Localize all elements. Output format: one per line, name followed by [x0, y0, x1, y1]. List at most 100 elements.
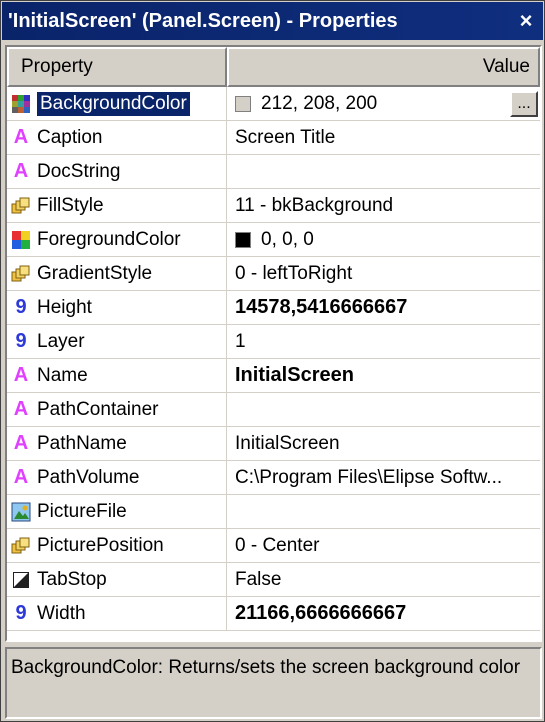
property-name: BackgroundColor	[36, 90, 191, 117]
property-name-cell[interactable]: PictureFile	[7, 495, 227, 528]
property-value-cell[interactable]	[227, 155, 540, 188]
window-title: 'InitialScreen' (Panel.Screen) - Propert…	[8, 9, 398, 32]
property-row-foregroundcolor[interactable]: ForegroundColor 0, 0, 0	[7, 223, 540, 257]
property-value: 0 - Center	[235, 534, 320, 556]
property-name-cell[interactable]: A DocString	[7, 155, 227, 188]
property-row-pathcontainer[interactable]: A PathContainer	[7, 393, 540, 427]
color-grid-icon	[11, 94, 31, 114]
property-grid: Property Value BackgroundColor 212, 208, …	[5, 45, 542, 642]
property-name-cell[interactable]: A Name	[7, 359, 227, 392]
property-name: Height	[37, 296, 92, 318]
property-name-cell[interactable]: ForegroundColor	[7, 223, 227, 256]
string-a-icon: A	[13, 364, 29, 386]
property-row-pictureposition[interactable]: PicturePosition 0 - Center	[7, 529, 540, 563]
property-name: Layer	[37, 330, 85, 352]
property-name-cell[interactable]: 9 Layer	[7, 325, 227, 358]
property-name-cell[interactable]: GradientStyle	[7, 257, 227, 290]
property-value-cell[interactable]: 11 - bkBackground	[227, 189, 540, 222]
property-name: PicturePosition	[37, 534, 164, 556]
color-swatch	[235, 231, 251, 248]
picture-icon	[11, 502, 31, 522]
property-value-cell[interactable]: C:\Program Files\Elipse Softw...	[227, 461, 540, 494]
property-value: 212, 208, 200	[261, 92, 378, 114]
property-row-width[interactable]: 9 Width 21166,6666666667	[7, 597, 540, 631]
property-row-backgroundcolor[interactable]: BackgroundColor 212, 208, 200...	[7, 87, 540, 121]
value-column-header[interactable]: Value	[227, 47, 540, 87]
property-name-cell[interactable]: A PathName	[7, 427, 227, 460]
property-row-picturefile[interactable]: PictureFile	[7, 495, 540, 529]
property-value-cell[interactable]: InitialScreen	[227, 427, 540, 460]
string-a-icon: A	[13, 160, 29, 182]
property-row-height[interactable]: 9 Height 14578,5416666667	[7, 291, 540, 325]
property-value: C:\Program Files\Elipse Softw...	[235, 466, 503, 488]
property-name: PictureFile	[37, 500, 127, 522]
property-name: PathName	[37, 432, 127, 454]
string-a-icon: A	[13, 398, 29, 420]
property-value: False	[235, 568, 282, 590]
property-value-cell[interactable]: 21166,6666666667	[227, 597, 540, 630]
property-row-fillstyle[interactable]: FillStyle 11 - bkBackground	[7, 189, 540, 223]
string-a-icon: A	[13, 126, 29, 148]
enum-icon	[11, 536, 31, 556]
description-panel: BackgroundColor: Returns/sets the screen…	[5, 647, 542, 719]
property-name-cell[interactable]: A PathContainer	[7, 393, 227, 426]
property-name-cell[interactable]: TabStop	[7, 563, 227, 596]
property-name: PathContainer	[37, 398, 159, 420]
property-value-cell[interactable]	[227, 393, 540, 426]
string-a-icon: A	[13, 432, 29, 454]
property-name: GradientStyle	[37, 262, 153, 284]
property-name-cell[interactable]: PicturePosition	[7, 529, 227, 562]
property-row-pathname[interactable]: A PathName InitialScreen	[7, 427, 540, 461]
property-name-cell[interactable]: A PathVolume	[7, 461, 227, 494]
property-name: Caption	[37, 126, 103, 148]
property-value: 14578,5416666667	[235, 296, 408, 318]
property-value-cell[interactable]: 1	[227, 325, 540, 358]
property-name: FillStyle	[37, 194, 104, 216]
property-name-cell[interactable]: 9 Width	[7, 597, 227, 630]
property-value-cell[interactable]	[227, 495, 540, 528]
property-value-cell[interactable]: Screen Title	[227, 121, 540, 154]
property-name: ForegroundColor	[37, 228, 181, 250]
property-value-cell[interactable]: 0, 0, 0	[227, 223, 540, 256]
property-value-cell[interactable]: False	[227, 563, 540, 596]
color-palette-icon	[11, 230, 31, 250]
property-column-header[interactable]: Property	[7, 47, 227, 87]
property-name: TabStop	[37, 568, 107, 590]
property-value: 0 - leftToRight	[235, 262, 353, 284]
number-9-icon: 9	[15, 330, 27, 352]
property-name: Name	[37, 364, 88, 386]
property-name-cell[interactable]: 9 Height	[7, 291, 227, 324]
property-name-cell[interactable]: A Caption	[7, 121, 227, 154]
string-a-icon: A	[13, 466, 29, 488]
property-row-tabstop[interactable]: TabStop False	[7, 563, 540, 597]
enum-icon	[11, 196, 31, 216]
property-value: 1	[235, 330, 246, 352]
property-value: 11 - bkBackground	[235, 194, 394, 216]
property-value-cell[interactable]: 14578,5416666667	[227, 291, 540, 324]
number-9-icon: 9	[15, 296, 27, 318]
property-row-gradientstyle[interactable]: GradientStyle 0 - leftToRight	[7, 257, 540, 291]
grid-header: Property Value	[7, 47, 540, 87]
property-value-cell[interactable]: InitialScreen	[227, 359, 540, 392]
property-value-cell[interactable]: 212, 208, 200...	[227, 87, 540, 120]
property-value: 21166,6666666667	[235, 602, 407, 624]
boolean-icon	[11, 570, 31, 590]
property-value: Screen Title	[235, 126, 336, 148]
property-row-docstring[interactable]: A DocString	[7, 155, 540, 189]
title-bar[interactable]: 'InitialScreen' (Panel.Screen) - Propert…	[2, 2, 543, 40]
property-value-cell[interactable]: 0 - Center	[227, 529, 540, 562]
property-row-layer[interactable]: 9 Layer 1	[7, 325, 540, 359]
property-name-cell[interactable]: FillStyle	[7, 189, 227, 222]
browse-button[interactable]: ...	[510, 91, 538, 117]
property-name-cell[interactable]: BackgroundColor	[7, 87, 227, 120]
property-row-caption[interactable]: A Caption Screen Title	[7, 121, 540, 155]
property-name: PathVolume	[37, 466, 140, 488]
close-icon[interactable]: ×	[509, 6, 543, 36]
property-value: 0, 0, 0	[261, 228, 314, 250]
property-row-pathvolume[interactable]: A PathVolume C:\Program Files\Elipse Softw…	[7, 461, 540, 495]
property-rows: BackgroundColor 212, 208, 200... A Caption S…	[7, 87, 540, 631]
property-value-cell[interactable]: 0 - leftToRight	[227, 257, 540, 290]
enum-icon	[11, 264, 31, 284]
property-name: Width	[37, 602, 86, 624]
property-row-name[interactable]: A Name InitialScreen	[7, 359, 540, 393]
